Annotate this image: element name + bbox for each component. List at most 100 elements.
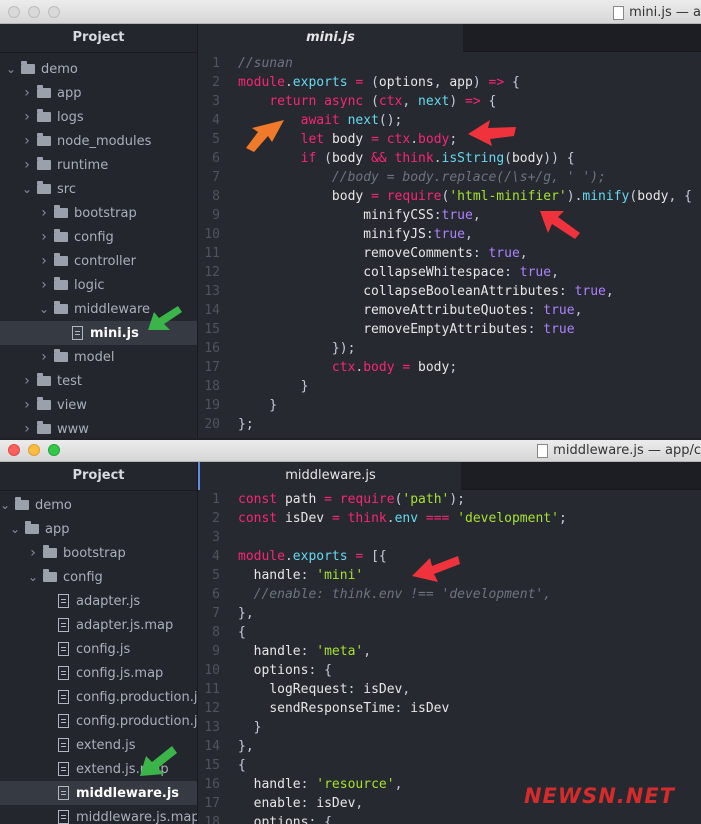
chevron-right-icon[interactable]: › [22, 373, 32, 389]
tree-folder[interactable]: ⌄ demo [0, 493, 197, 517]
code-line[interactable]: 13 } [198, 718, 261, 737]
tree-folder[interactable]: › config [0, 225, 197, 249]
tree-folder[interactable]: › app [0, 81, 197, 105]
tree-folder[interactable]: › logs [0, 105, 197, 129]
chevron-right-icon[interactable]: › [22, 133, 32, 149]
line-number: 20 [204, 417, 220, 432]
code-line[interactable]: 14 removeAttributeQuotes: true, [198, 301, 582, 320]
chevron-right-icon[interactable]: › [22, 421, 32, 437]
tree-item-label: src [57, 181, 76, 197]
top-window: mini.js — a Project ⌄ demo › app › logs › node_… [0, 0, 701, 438]
zoom-button[interactable] [48, 6, 60, 18]
window-title: mini.js — a [629, 5, 701, 20]
chevron-down-icon[interactable]: ⌄ [22, 182, 32, 196]
line-number: 19 [204, 398, 220, 413]
code-line[interactable]: 15 { [198, 756, 245, 775]
tree-file[interactable]: adapter.js [0, 589, 197, 613]
code-line[interactable]: 2 const isDev = think.env === 'developmen… [198, 509, 567, 528]
tree-item-label: logs [57, 109, 84, 125]
chevron-right-icon[interactable]: › [22, 157, 32, 173]
code-line[interactable]: 15 removeEmptyAttributes: true [198, 320, 574, 339]
code-line[interactable]: 13 collapseBooleanAttributes: true, [198, 282, 613, 301]
tree-folder[interactable]: › bootstrap [0, 201, 197, 225]
code-line[interactable]: 3 return async (ctx, next) => { [198, 92, 496, 111]
chevron-right-icon[interactable]: › [39, 349, 49, 365]
tree-folder[interactable]: › controller [0, 249, 197, 273]
chevron-right-icon[interactable]: › [39, 277, 49, 293]
tab-mini-js[interactable]: mini.js [198, 24, 463, 52]
chevron-down-icon[interactable]: ⌄ [28, 570, 38, 584]
chevron-down-icon[interactable]: ⌄ [0, 498, 10, 512]
chevron-right-icon[interactable]: › [39, 229, 49, 245]
chevron-down-icon[interactable]: ⌄ [39, 302, 49, 316]
chevron-right-icon[interactable]: › [39, 253, 49, 269]
code-line[interactable]: 17 enable: isDev, [198, 794, 363, 813]
tab-middleware-js[interactable]: middleware.js [198, 462, 461, 490]
code-line[interactable]: 4 module.exports = [{ [198, 547, 387, 566]
chevron-down-icon[interactable]: ⌄ [10, 522, 20, 536]
tree-folder[interactable]: › node_modules [0, 129, 197, 153]
code-line[interactable]: 1 //sunan [198, 54, 293, 73]
chevron-right-icon[interactable]: › [22, 85, 32, 101]
tree-file[interactable]: config.production.js. [0, 709, 197, 733]
code-line[interactable]: 9 handle: 'meta', [198, 642, 371, 661]
minimize-button[interactable] [28, 444, 40, 456]
chevron-right-icon[interactable]: › [39, 205, 49, 221]
chevron-down-icon[interactable]: ⌄ [6, 62, 16, 76]
tree-folder[interactable]: ⌄ app [0, 517, 197, 541]
tree-folder[interactable]: › www [0, 417, 197, 438]
code-line[interactable]: 11 logRequest: isDev, [198, 680, 410, 699]
code-line[interactable]: 2 module.exports = (options, app) => { [198, 73, 520, 92]
code-line[interactable]: 4 await next(); [198, 111, 402, 130]
code-line[interactable]: 9 minifyCSS:true, [198, 206, 480, 225]
code-line[interactable]: 1 const path = require('path'); [198, 490, 465, 509]
tree-folder[interactable]: ⌄ src [0, 177, 197, 201]
tree-folder[interactable]: › bootstrap [0, 541, 197, 565]
chevron-right-icon[interactable]: › [22, 109, 32, 125]
code-line[interactable]: 16 }); [198, 339, 355, 358]
close-button[interactable] [8, 6, 20, 18]
code-line[interactable]: 17 ctx.body = body; [198, 358, 457, 377]
code-line[interactable]: 12 collapseWhitespace: true, [198, 263, 559, 282]
minimize-button[interactable] [28, 6, 40, 18]
tree-file[interactable]: config.js.map [0, 661, 197, 685]
code-line[interactable]: 12 sendResponseTime: isDev [198, 699, 449, 718]
tree-folder[interactable]: ⌄ config [0, 565, 197, 589]
tree-file[interactable]: adapter.js.map [0, 613, 197, 637]
tree-folder[interactable]: › view [0, 393, 197, 417]
code-line[interactable]: 19 } [198, 396, 277, 415]
chevron-right-icon[interactable]: › [28, 545, 38, 561]
code-line[interactable]: 11 removeComments: true, [198, 244, 527, 263]
folder-icon [54, 253, 68, 266]
tree-folder[interactable]: › test [0, 369, 197, 393]
code-line[interactable]: 5 handle: 'mini' [198, 566, 363, 585]
tree-item-label: view [57, 397, 87, 413]
tree-file[interactable]: config.production.js [0, 685, 197, 709]
code-line[interactable]: 14}, [198, 737, 253, 756]
code-editor[interactable]: 1 const path = require('path'); 2 const isD… [198, 490, 701, 824]
code-line[interactable]: 20}; [198, 415, 253, 434]
close-button[interactable] [8, 444, 20, 456]
code-line[interactable]: 3 [198, 528, 238, 547]
tree-folder[interactable]: › logic [0, 273, 197, 297]
tree-folder[interactable]: › runtime [0, 153, 197, 177]
tree-folder[interactable]: ⌄ demo [0, 57, 197, 81]
tree-file[interactable]: config.js [0, 637, 197, 661]
code-line[interactable]: 16 handle: 'resource', [198, 775, 402, 794]
zoom-button[interactable] [48, 444, 60, 456]
code-line[interactable]: 10 minifyJS:true, [198, 225, 472, 244]
tree-file[interactable]: middleware.js.map [0, 805, 197, 824]
code-line[interactable]: 18 } [198, 377, 308, 396]
code-line[interactable]: 18 options: { [198, 813, 332, 824]
tree-folder[interactable]: › model [0, 345, 197, 369]
code-line[interactable]: 7}, [198, 604, 253, 623]
code-line[interactable]: 7 //body = body.replace(/\s+/g, ' '); [198, 168, 606, 187]
code-line[interactable]: 8{ [198, 623, 246, 642]
tree-file[interactable]: middleware.js [0, 781, 197, 805]
code-line[interactable]: 6 //enable: think.env !== 'development', [198, 585, 551, 604]
code-line[interactable]: 5 let body = ctx.body; [198, 130, 457, 149]
code-line[interactable]: 10 options: { [198, 661, 332, 680]
code-editor[interactable]: 1 //sunan 2 module.exports = (options, app)… [198, 52, 701, 438]
chevron-right-icon[interactable]: › [22, 397, 32, 413]
code-line[interactable]: 8 body = require('html-minifier').minify… [198, 187, 692, 206]
